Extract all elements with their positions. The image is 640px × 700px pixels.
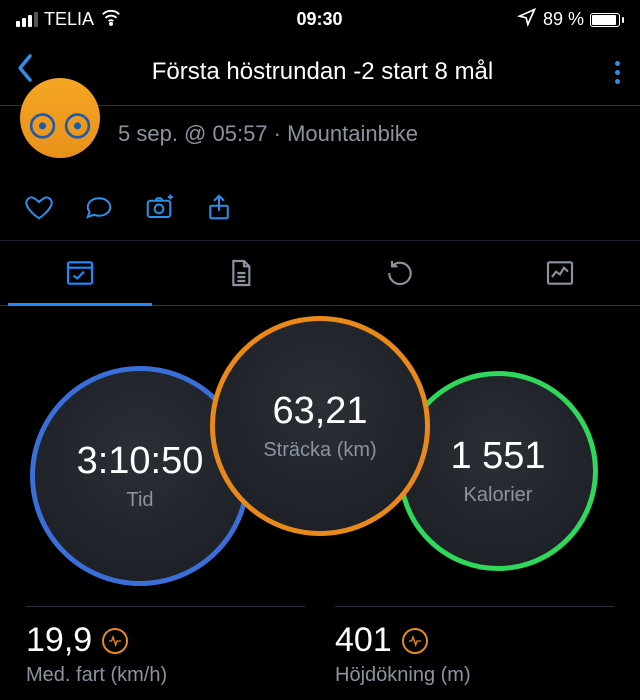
more-menu-button[interactable] [611,57,624,88]
back-button[interactable] [16,53,34,91]
tab-laps[interactable] [320,241,480,305]
battery-icon [590,13,624,27]
status-time: 09:30 [296,9,342,30]
tab-row [0,241,640,306]
tab-overview[interactable] [0,241,160,305]
time-value: 3:10:50 [77,440,204,483]
status-bar: TELIA 09:30 89 % [0,0,640,39]
cellular-signal-icon [16,12,38,27]
like-button[interactable] [24,192,54,222]
elevation-label: Höjdökning (m) [335,664,614,687]
document-icon [224,257,256,289]
location-icon [517,7,537,32]
status-left: TELIA [16,6,122,33]
stat-row: 19,9 Med. fart (km/h) 401 Höjdökning (m) [0,606,640,687]
tab-charts[interactable] [480,241,640,305]
heart-icon [24,192,54,222]
nav-bar: Första höstrundan -2 start 8 mål [0,39,640,105]
comment-icon [84,192,114,222]
comment-button[interactable] [84,192,114,222]
share-icon [204,192,234,222]
avg-speed-value: 19,9 [26,621,92,660]
avatar[interactable] [20,78,100,158]
ring-distance: 63,21 Sträcka (km) [210,316,430,536]
avg-speed-label: Med. fart (km/h) [26,664,305,687]
photo-button[interactable] [144,192,174,222]
carrier-label: TELIA [44,9,94,30]
distance-value: 63,21 [272,390,367,433]
ring-calories: 1 551 Kalorier [398,371,598,571]
tab-details[interactable] [160,241,320,305]
chart-icon [544,257,576,289]
calories-value: 1 551 [450,435,545,478]
loop-icon [384,257,416,289]
calories-label: Kalorier [464,484,533,507]
share-button[interactable] [204,192,234,222]
page-title: Första höstrundan -2 start 8 mål [50,58,595,86]
summary-rings: 3:10:50 Tid 63,21 Sträcka (km) 1 551 Kal… [0,316,640,606]
distance-label: Sträcka (km) [263,439,376,462]
activity-header: 5 sep. @ 05:57 · Mountainbike [0,106,640,176]
stat-elevation[interactable]: 401 Höjdökning (m) [335,606,614,687]
activity-timestamp: 5 sep. @ 05:57 · Mountainbike [118,121,418,147]
camera-plus-icon [144,192,174,222]
overview-icon [64,257,96,289]
stat-avg-speed[interactable]: 19,9 Med. fart (km/h) [26,606,305,687]
elevation-value: 401 [335,621,392,660]
battery-percent: 89 % [543,9,584,30]
metric-icon [102,628,128,654]
bike-icon [25,95,95,141]
action-row [0,176,640,241]
wifi-icon [100,6,122,33]
metric-icon [402,628,428,654]
time-label: Tid [126,489,153,512]
status-right: 89 % [517,7,624,32]
